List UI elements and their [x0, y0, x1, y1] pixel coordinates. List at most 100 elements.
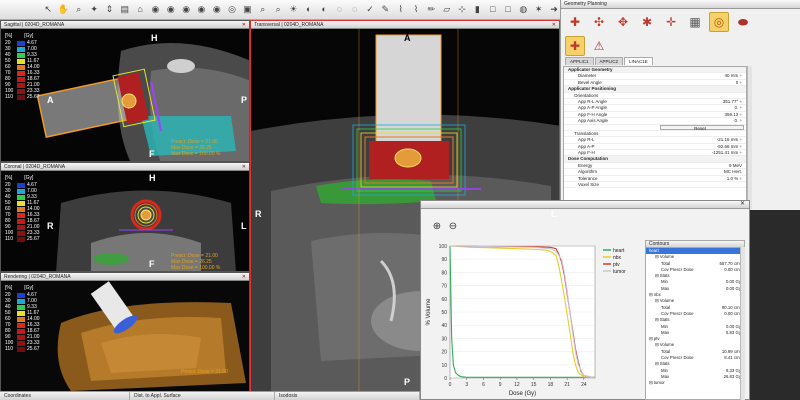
pointer-icon[interactable]: ↖ — [42, 3, 54, 17]
property-value[interactable]: -92.66 mm ÷ — [658, 144, 746, 149]
sun-icon[interactable]: ☀ — [287, 3, 299, 17]
property-value[interactable]: 1.0 % ÷ — [658, 176, 746, 181]
x-tick-label: 3 — [465, 382, 468, 388]
arrow-icon[interactable]: ➜ — [548, 3, 560, 17]
y-tick-label: 70 — [441, 284, 447, 290]
hand-icon[interactable]: ✋ — [57, 3, 69, 17]
property-value[interactable]: 359.13 ÷ — [658, 112, 746, 117]
isodose-legend: [%] [Gy] 20 4.67 30 7.00 40 9.33 50 11.67 60 14.00… — [5, 285, 40, 352]
globe-icon[interactable]: ◍ — [517, 3, 529, 17]
orient-top: A — [404, 33, 411, 43]
close-icon[interactable]: ✕ — [242, 21, 246, 29]
contrast-icon[interactable]: ◐ — [303, 3, 315, 17]
rendering-viewport[interactable]: Rendering | 0204D_ROMANA ✕ [%] [Gy] 20 4.67… — [0, 272, 250, 392]
y-tick-label: 90 — [441, 257, 447, 263]
search-icon[interactable]: ⌕ — [257, 3, 269, 17]
legend-percent: 110 — [5, 94, 13, 100]
search-icon[interactable]: ⌕ — [272, 3, 284, 17]
rotate-icon[interactable]: ✣ — [589, 12, 609, 32]
dose-readout: Prescr. Dose = 21.00 Max Dose = 26.25 Max … — [171, 139, 221, 157]
property-value[interactable]: -21.16 mm ÷ — [658, 137, 746, 142]
orient-bottom: P — [404, 377, 411, 387]
legend-swatch — [17, 82, 25, 88]
tab-linac1e[interactable]: LINAC1E — [624, 57, 653, 65]
bolus-icon[interactable]: ⬬ — [733, 12, 753, 32]
arrows-icon[interactable]: ⇕ — [103, 3, 115, 17]
compass-icon[interactable]: ⊹ — [456, 3, 468, 17]
dvh-chart[interactable]: 0 10 20 30 40 50 60 70 80 90 100 0 3 6 9 12 15 18 21 24 Dose… — [420, 240, 640, 400]
contours-header: Contours — [646, 241, 744, 248]
property-value[interactable]: 0 ÷ — [658, 80, 746, 85]
close-icon[interactable]: ✕ — [740, 200, 745, 207]
contour-icon[interactable]: ◌ — [349, 3, 361, 17]
property-name: Dose Computation — [568, 156, 608, 162]
property-value[interactable] — [658, 182, 746, 187]
contour-icon[interactable]: ◌ — [333, 3, 345, 17]
property-scrollbar[interactable] — [747, 66, 752, 210]
reset-button[interactable]: Reset — [660, 124, 744, 131]
property-value[interactable]: -1251.41 mm ÷ — [658, 150, 746, 155]
sagittal-viewport[interactable]: Sagittal | 0204D_ROMANA ✕ [%] [Gy] 20 4.67 3… — [0, 20, 250, 162]
y-tick-label: 40 — [441, 323, 447, 329]
contours-scrollbar[interactable] — [740, 247, 745, 400]
square-icon[interactable]: □ — [502, 3, 514, 17]
tool-icon[interactable]: ✦ — [88, 3, 100, 17]
search-icon[interactable]: ⌕ — [73, 3, 85, 17]
tab-applic1[interactable]: APPLIC1 — [565, 57, 594, 65]
applicator-icon[interactable]: ▮ — [471, 3, 483, 17]
property-value[interactable]: 9 MeV — [658, 163, 746, 168]
contrast-icon[interactable]: ◐ — [318, 3, 330, 17]
dvh-titlebar: ✕ — [421, 201, 749, 209]
property-value[interactable]: 351.77° ÷ — [658, 99, 746, 104]
close-icon[interactable]: ✕ — [242, 273, 246, 281]
legend-swatch — [17, 334, 25, 340]
camera-icon[interactable]: ▣ — [241, 3, 253, 17]
calculator-icon[interactable]: ▦ — [685, 12, 705, 32]
applicator-icon[interactable]: ◎ — [709, 12, 729, 32]
x-tick-label: 18 — [548, 382, 554, 388]
property-value[interactable]: 40 mm ÷ — [658, 73, 746, 78]
orient-right: L — [551, 209, 557, 219]
viewport-title: Coronal | 0204D_ROMANA ✕ — [1, 163, 249, 171]
pencil-icon[interactable]: ✏ — [425, 3, 437, 17]
target-icon[interactable]: ◎ — [226, 3, 238, 17]
warning-icon[interactable]: ⚠ — [589, 36, 609, 56]
isodose-legend: [%] [Gy] 20 4.67 30 7.00 40 9.33 50 11.67 60 14.00… — [5, 175, 40, 242]
close-icon[interactable]: ✕ — [552, 21, 556, 29]
property-row[interactable]: Voxel Size — [564, 182, 746, 189]
square-icon[interactable]: □ — [487, 3, 499, 17]
star-icon[interactable]: ✶ — [533, 3, 545, 17]
property-value[interactable]: 0. ÷ — [658, 105, 746, 110]
axis-icon[interactable]: ✱ — [637, 12, 657, 32]
move-icon[interactable]: ✛ — [661, 12, 681, 32]
fit-icon[interactable]: ✚ — [565, 36, 585, 56]
brush-icon[interactable]: ✎ — [379, 3, 391, 17]
check-icon[interactable]: ✓ — [364, 3, 376, 17]
main-toolbar: ↖ ✋ ⌕ ✦ ⇕ ▤ ⌂ ◉ ◉ ◉ ◉ ◉ ◎ ▣ ⌕ ⌕ ☀ ◐ ◐ ◌ ◌ ✓ ✎ ⌇ ⌇ ✏ ▱ ⊹ ▮ □ □ ◍ ✶ ➜ — [0, 0, 560, 20]
home-icon[interactable]: ⌂ — [134, 3, 146, 17]
head-icon[interactable]: ◉ — [165, 3, 177, 17]
layout-icon[interactable]: ▤ — [119, 3, 131, 17]
eraser-icon[interactable]: ▱ — [441, 3, 453, 17]
ruler-icon[interactable]: ⌇ — [410, 3, 422, 17]
legend-swatch — [17, 206, 25, 212]
tab-applic2[interactable]: APPLIC2 — [594, 57, 624, 65]
ruler-icon[interactable]: ⌇ — [395, 3, 407, 17]
property-value[interactable]: MC Hert. — [658, 169, 746, 174]
orient-bottom: F — [149, 259, 155, 269]
legend-swatch — [17, 64, 25, 70]
status-cell: Isodosis — [275, 392, 420, 400]
head-icon[interactable]: ◉ — [149, 3, 161, 17]
property-value[interactable]: 0. ÷ — [658, 118, 746, 123]
zoom-in-icon[interactable]: ⊕ — [431, 221, 443, 233]
head-icon[interactable]: ◉ — [180, 3, 192, 17]
zoom-out-icon[interactable]: ⊖ — [447, 221, 459, 233]
close-icon[interactable]: ✕ — [242, 163, 246, 171]
head-icon[interactable]: ◉ — [195, 3, 207, 17]
tilt-icon[interactable]: ✥ — [613, 12, 633, 32]
legend-row: 110 25.67 — [5, 94, 40, 100]
rotate-icon[interactable]: ✚ — [565, 12, 585, 32]
head-icon[interactable]: ◉ — [211, 3, 223, 17]
coronal-viewport[interactable]: Coronal | 0204D_ROMANA ✕ [%] [Gy] 20 4.67 30… — [0, 162, 250, 272]
contour-row[interactable]: ⊟ tumor — [646, 380, 744, 386]
